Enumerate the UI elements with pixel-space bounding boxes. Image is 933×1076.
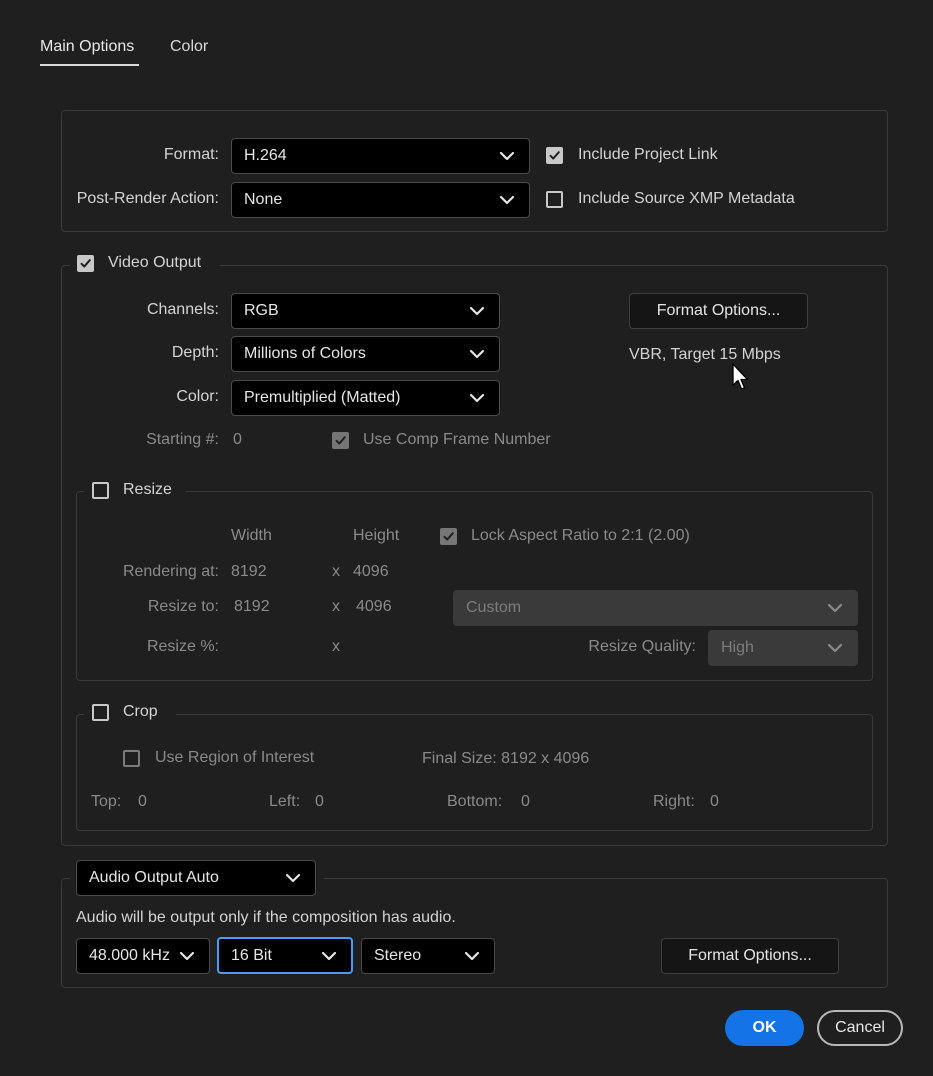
crop-panel <box>76 714 873 831</box>
checkmark-icon <box>79 257 92 270</box>
crop-left-label: Left: <box>269 793 301 810</box>
include-xmp-checkbox[interactable] <box>546 191 563 208</box>
crop-title: Crop <box>123 703 158 720</box>
starting-value[interactable]: 0 <box>233 431 242 449</box>
crop-bottom-value[interactable]: 0 <box>521 793 530 811</box>
channels-label: Channels: <box>146 301 219 318</box>
rendering-at-label: Rendering at: <box>122 563 219 580</box>
resize-percent-label: Resize %: <box>146 638 219 655</box>
resize-title: Resize <box>123 481 172 498</box>
crop-right-label: Right: <box>653 793 695 810</box>
post-render-label: Post-Render Action: <box>76 190 219 207</box>
include-xmp-label: Include Source XMP Metadata <box>578 190 795 207</box>
resize-preset-value: Custom <box>466 599 522 616</box>
color-dropdown[interactable]: Premultiplied (Matted) <box>231 380 500 416</box>
post-render-dropdown[interactable]: None <box>231 182 530 218</box>
resize-quality-label: Resize Quality: <box>588 638 696 655</box>
active-tab-indicator <box>40 64 139 66</box>
use-comp-frame-label: Use Comp Frame Number <box>363 431 551 448</box>
video-output-title: Video Output <box>108 254 202 271</box>
resize-quality-value: High <box>721 639 754 656</box>
audio-channels-value: Stereo <box>374 947 422 964</box>
use-comp-frame-checkbox[interactable] <box>332 432 349 449</box>
ok-button[interactable]: OK <box>725 1010 804 1046</box>
tab-main-options[interactable]: Main Options <box>40 38 134 56</box>
crop-checkbox[interactable] <box>92 704 109 721</box>
include-project-link-checkbox[interactable] <box>546 147 563 164</box>
chevron-down-icon <box>469 349 485 359</box>
rendering-height: 4096 <box>353 563 389 580</box>
lock-aspect-checkbox[interactable] <box>440 528 457 545</box>
cancel-button[interactable]: Cancel <box>817 1010 903 1046</box>
audio-sample-rate-dropdown[interactable]: 48.000 kHz <box>76 938 210 974</box>
crop-top-label: Top: <box>91 793 122 810</box>
checkmark-icon <box>334 434 347 447</box>
include-project-link-label: Include Project Link <box>578 146 718 163</box>
checkmark-icon <box>548 149 561 162</box>
tab-color[interactable]: Color <box>170 38 208 56</box>
height-header: Height <box>353 527 400 544</box>
rendering-width: 8192 <box>231 563 267 580</box>
format-label: Format: <box>163 146 219 163</box>
audio-channels-dropdown[interactable]: Stereo <box>361 938 495 974</box>
resize-to-label: Resize to: <box>147 598 219 615</box>
cursor-arrow-icon <box>732 363 749 390</box>
color-label: Color: <box>176 388 219 405</box>
chevron-down-icon <box>469 393 485 403</box>
rendering-x: x <box>332 563 340 580</box>
audio-note: Audio will be output only if the composi… <box>76 909 456 926</box>
channels-dropdown[interactable]: RGB <box>231 293 500 329</box>
audio-output-mode-dropdown[interactable]: Audio Output Auto <box>76 860 316 896</box>
channels-value: RGB <box>244 302 279 319</box>
chevron-down-icon <box>321 951 337 961</box>
use-roi-label: Use Region of Interest <box>155 749 315 766</box>
format-value: H.264 <box>244 147 287 164</box>
checkmark-icon <box>442 530 455 543</box>
bitrate-info: VBR, Target 15 Mbps <box>629 346 781 363</box>
chevron-down-icon <box>499 151 515 161</box>
resize-x: x <box>332 598 340 615</box>
starting-label: Starting #: <box>146 431 219 448</box>
final-size-label: Final Size: 8192 x 4096 <box>422 750 590 767</box>
video-output-checkbox[interactable] <box>77 255 94 272</box>
audio-output-mode-value: Audio Output Auto <box>89 869 219 886</box>
width-header: Width <box>231 527 272 544</box>
audio-sample-rate-value: 48.000 kHz <box>89 947 170 964</box>
chevron-down-icon <box>469 306 485 316</box>
format-dropdown[interactable]: H.264 <box>231 138 530 174</box>
depth-dropdown[interactable]: Millions of Colors <box>231 336 500 372</box>
depth-value: Millions of Colors <box>244 345 366 362</box>
chevron-down-icon <box>499 195 515 205</box>
chevron-down-icon <box>827 603 843 613</box>
color-value: Premultiplied (Matted) <box>244 389 401 406</box>
post-render-value: None <box>244 191 283 208</box>
lock-aspect-label: Lock Aspect Ratio to 2:1 (2.00) <box>471 527 690 544</box>
use-roi-checkbox[interactable] <box>123 750 140 767</box>
audio-format-options-button[interactable]: Format Options... <box>661 938 839 974</box>
crop-bottom-label: Bottom: <box>447 793 503 810</box>
audio-bit-depth-value: 16 Bit <box>231 946 272 964</box>
resize-height-input[interactable]: 4096 <box>356 598 392 616</box>
chevron-down-icon <box>285 873 301 883</box>
resize-checkbox[interactable] <box>92 482 109 499</box>
resize-width-input[interactable]: 8192 <box>234 598 270 616</box>
chevron-down-icon <box>464 951 480 961</box>
crop-top-value[interactable]: 0 <box>138 793 147 811</box>
resize-percent-x: x <box>332 638 340 655</box>
video-format-options-button[interactable]: Format Options... <box>629 293 808 329</box>
audio-bit-depth-dropdown[interactable]: 16 Bit <box>217 937 353 974</box>
resize-quality-dropdown[interactable]: High <box>708 630 858 666</box>
depth-label: Depth: <box>171 344 219 361</box>
crop-left-value[interactable]: 0 <box>315 793 324 811</box>
chevron-down-icon <box>179 951 195 961</box>
resize-preset-dropdown[interactable]: Custom <box>453 590 858 626</box>
chevron-down-icon <box>827 643 843 653</box>
crop-right-value[interactable]: 0 <box>710 793 719 811</box>
